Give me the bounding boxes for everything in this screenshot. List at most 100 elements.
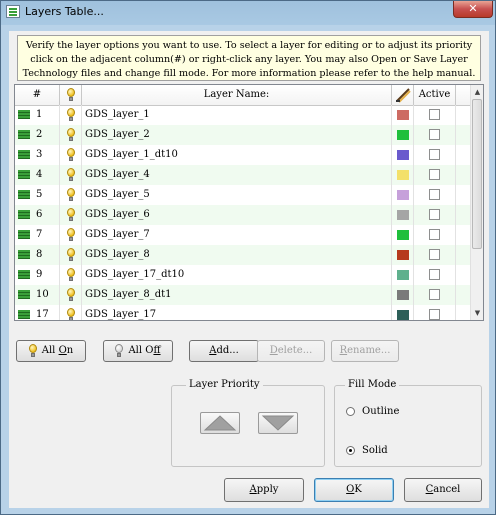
row-color-cell[interactable] — [392, 145, 414, 165]
priority-down-button[interactable] — [258, 412, 298, 434]
row-number-cell[interactable]: 3 — [15, 145, 60, 165]
header-color[interactable] — [392, 85, 414, 105]
layer-row[interactable]: 2 GDS_layer_2 — [15, 125, 470, 145]
add-button[interactable]: Add... — [189, 340, 259, 362]
row-active-cell — [414, 125, 456, 145]
ok-button[interactable]: OK — [314, 478, 394, 502]
vertical-scrollbar[interactable]: ▲ ▼ — [470, 85, 483, 320]
row-number-cell[interactable]: 9 — [15, 265, 60, 285]
color-swatch — [397, 170, 409, 180]
layer-row[interactable]: 3 GDS_layer_1_dt10 — [15, 145, 470, 165]
row-active-cell — [414, 165, 456, 185]
delete-button[interactable]: Delete... — [257, 340, 325, 362]
layer-row[interactable]: 10 GDS_layer_8_dt1 — [15, 285, 470, 305]
row-color-cell[interactable] — [392, 265, 414, 285]
row-visibility-cell[interactable] — [60, 225, 82, 245]
row-number-cell[interactable]: 7 — [15, 225, 60, 245]
header-layer-name[interactable]: Layer Name: — [82, 85, 392, 105]
layer-row[interactable]: 5 GDS_layer_5 — [15, 185, 470, 205]
layer-row[interactable]: 4 GDS_layer_4 — [15, 165, 470, 185]
scroll-down-icon[interactable]: ▼ — [471, 306, 483, 320]
header-number[interactable]: # — [15, 85, 60, 105]
all-on-button[interactable]: All On — [16, 340, 86, 362]
active-checkbox[interactable] — [429, 289, 440, 300]
row-layer-name[interactable]: GDS_layer_5 — [82, 185, 392, 205]
priority-up-button[interactable] — [200, 412, 240, 434]
layer-row[interactable]: 8 GDS_layer_8 — [15, 245, 470, 265]
row-color-cell[interactable] — [392, 245, 414, 265]
row-color-cell[interactable] — [392, 305, 414, 320]
row-layer-name[interactable]: GDS_layer_1 — [82, 105, 392, 125]
close-button[interactable]: ✕ — [453, 1, 493, 18]
row-color-cell[interactable] — [392, 165, 414, 185]
row-visibility-cell[interactable] — [60, 285, 82, 305]
row-visibility-cell[interactable] — [60, 125, 82, 145]
header-active[interactable]: Active — [414, 85, 456, 105]
row-layer-name[interactable]: GDS_layer_4 — [82, 165, 392, 185]
active-checkbox[interactable] — [429, 269, 440, 280]
layer-row[interactable]: 1 GDS_layer_1 — [15, 105, 470, 125]
cancel-button[interactable]: Cancel — [404, 478, 482, 502]
row-active-cell — [414, 265, 456, 285]
active-checkbox[interactable] — [429, 149, 440, 160]
row-layer-name[interactable]: GDS_layer_2 — [82, 125, 392, 145]
row-number-cell[interactable]: 5 — [15, 185, 60, 205]
row-color-cell[interactable] — [392, 285, 414, 305]
active-checkbox[interactable] — [429, 189, 440, 200]
active-checkbox[interactable] — [429, 109, 440, 120]
active-checkbox[interactable] — [429, 129, 440, 140]
active-checkbox[interactable] — [429, 309, 440, 320]
row-color-cell[interactable] — [392, 205, 414, 225]
row-number-cell[interactable]: 1 — [15, 105, 60, 125]
row-visibility-cell[interactable] — [60, 145, 82, 165]
scroll-up-icon[interactable]: ▲ — [471, 85, 483, 99]
scrollbar-thumb[interactable] — [472, 99, 482, 249]
row-number: 8 — [36, 249, 43, 260]
solid-radio[interactable] — [346, 446, 355, 455]
apply-button[interactable]: Apply — [224, 478, 304, 502]
layer-row[interactable]: 6 GDS_layer_6 — [15, 205, 470, 225]
row-layer-name[interactable]: GDS_layer_17 — [82, 305, 392, 320]
active-checkbox[interactable] — [429, 169, 440, 180]
row-number-cell[interactable]: 17 — [15, 305, 60, 320]
row-layer-name[interactable]: GDS_layer_1_dt10 — [82, 145, 392, 165]
row-layer-name[interactable]: GDS_layer_17_dt10 — [82, 265, 392, 285]
row-color-cell[interactable] — [392, 125, 414, 145]
header-visibility[interactable] — [60, 85, 82, 105]
row-layer-name[interactable]: GDS_layer_6 — [82, 205, 392, 225]
active-checkbox[interactable] — [429, 209, 440, 220]
bulb-icon — [67, 228, 75, 241]
row-visibility-cell[interactable] — [60, 165, 82, 185]
layer-row[interactable]: 7 GDS_layer_7 — [15, 225, 470, 245]
row-visibility-cell[interactable] — [60, 265, 82, 285]
outline-radio[interactable] — [346, 407, 355, 416]
row-color-cell[interactable] — [392, 105, 414, 125]
row-visibility-cell[interactable] — [60, 185, 82, 205]
outline-radio-option[interactable]: Outline — [346, 406, 426, 418]
row-number: 6 — [36, 209, 43, 220]
row-visibility-cell[interactable] — [60, 105, 82, 125]
active-checkbox[interactable] — [429, 229, 440, 240]
row-number-cell[interactable]: 10 — [15, 285, 60, 305]
row-color-cell[interactable] — [392, 185, 414, 205]
row-layer-name[interactable]: GDS_layer_8 — [82, 245, 392, 265]
row-visibility-cell[interactable] — [60, 205, 82, 225]
outline-label: Outline — [362, 406, 400, 417]
title-bar[interactable]: Layers Table... ✕ — [1, 1, 495, 23]
active-checkbox[interactable] — [429, 249, 440, 260]
row-color-cell[interactable] — [392, 225, 414, 245]
rename-button[interactable]: Rename... — [331, 340, 399, 362]
solid-radio-option[interactable]: Solid — [346, 445, 426, 457]
row-visibility-cell[interactable] — [60, 305, 82, 320]
row-visibility-cell[interactable] — [60, 245, 82, 265]
row-number-cell[interactable]: 4 — [15, 165, 60, 185]
row-number-cell[interactable]: 8 — [15, 245, 60, 265]
row-number-cell[interactable]: 6 — [15, 205, 60, 225]
row-number-cell[interactable]: 2 — [15, 125, 60, 145]
layer-row[interactable]: 9 GDS_layer_17_dt10 — [15, 265, 470, 285]
layer-row[interactable]: 17 GDS_layer_17 — [15, 305, 470, 320]
row-layer-name[interactable]: GDS_layer_8_dt1 — [82, 285, 392, 305]
row-layer-name[interactable]: GDS_layer_7 — [82, 225, 392, 245]
fill-mode-title: Fill Mode — [345, 379, 400, 390]
all-off-button[interactable]: All Off — [103, 340, 173, 362]
